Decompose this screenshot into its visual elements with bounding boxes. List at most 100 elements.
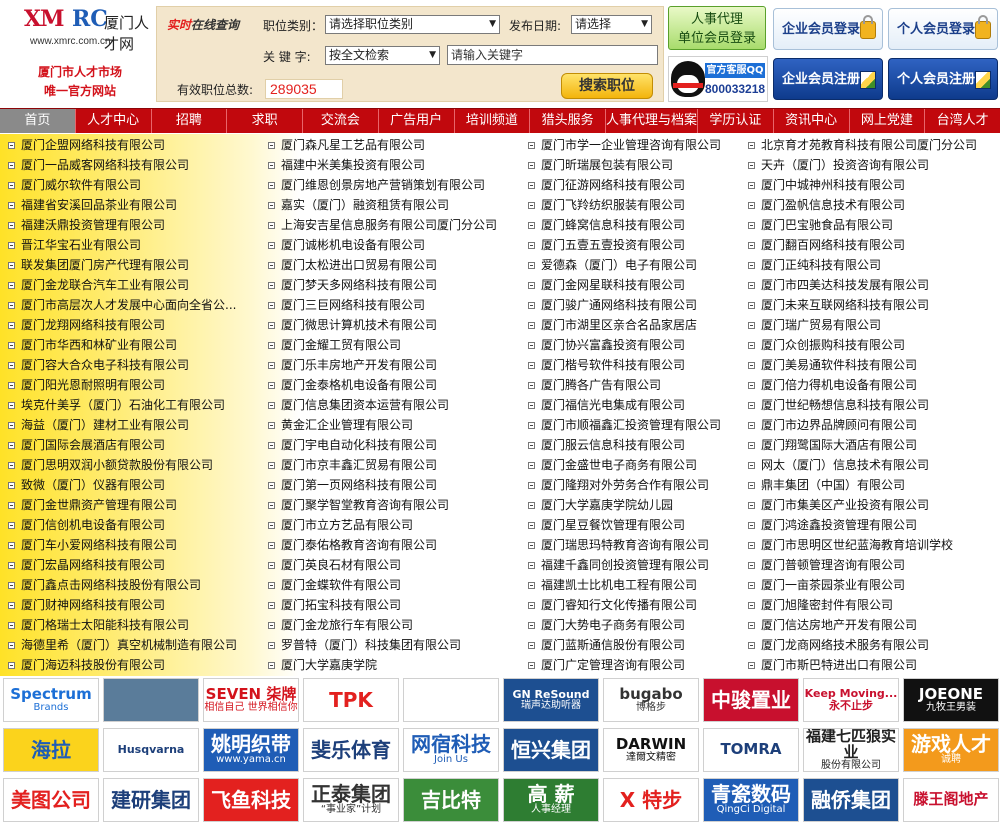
company-link[interactable]: 厦门瑞思玛特教育咨询有限公司 [528, 535, 709, 555]
company-link[interactable]: 厦门信创机电设备有限公司 [8, 515, 165, 535]
company-link[interactable]: 厦门蜂窝信息科技有限公司 [528, 215, 685, 235]
company-link[interactable]: 厦门财神网络科技有限公司 [8, 595, 165, 615]
company-link[interactable]: 厦门腾各广告有限公司 [528, 375, 661, 395]
company-link[interactable]: 厦门巴宝驰食品有限公司 [748, 215, 893, 235]
company-link[interactable]: 厦门阳光恩耐照明有限公司 [8, 375, 165, 395]
company-link[interactable]: 厦门英良石材有限公司 [268, 555, 401, 575]
company-link[interactable]: 厦门市边界品牌顾问有限公司 [748, 415, 917, 435]
category-select[interactable]: 请选择职位类别 ▼ [325, 15, 500, 34]
company-link[interactable]: 厦门骏广通网络科技有限公司 [528, 295, 697, 315]
company-link[interactable]: 埃克什美孚（厦门）石油化工有限公司 [8, 395, 225, 415]
partner-logo-xtep[interactable]: X 特步 [603, 778, 699, 822]
partner-logo-hengxing[interactable]: 恒兴集团 [503, 728, 599, 772]
nav-item[interactable]: 交流会 [303, 109, 379, 133]
company-link[interactable]: 厦门鸿途鑫投资管理有限公司 [748, 515, 917, 535]
partner-logo-yaming[interactable]: 姚明织带 www.yama.cn [203, 728, 299, 772]
company-link[interactable]: 厦门协兴富鑫投资有限公司 [528, 335, 685, 355]
company-link[interactable]: 厦门金网星联科技有限公司 [528, 275, 685, 295]
partner-logo-meiguo[interactable]: 美图公司 [3, 778, 99, 822]
company-link[interactable]: 厦门瑞广贸易有限公司 [748, 315, 881, 335]
partner-logo-ship[interactable] [103, 678, 199, 722]
nav-item[interactable]: 广告用户 [379, 109, 455, 133]
partner-logo-zhengtai[interactable]: 正泰集团 “事业家”计划 [303, 778, 399, 822]
partner-logo-game[interactable]: 游戏人才 诚聘 [903, 728, 999, 772]
company-link[interactable]: 海益（厦门）建材工业有限公司 [8, 415, 189, 435]
company-link[interactable]: 厦门市四美达科技发展有限公司 [748, 275, 929, 295]
company-link[interactable]: 厦门三巨网络科技有限公司 [268, 295, 425, 315]
company-link[interactable]: 黄金汇企业管理有限公司 [268, 415, 413, 435]
partner-logo-wangsu[interactable]: 网宿科技 Join Us [403, 728, 499, 772]
company-link[interactable]: 厦门世纪畅想信息科技有限公司 [748, 395, 929, 415]
company-link[interactable]: 厦门威尔软件有限公司 [8, 175, 141, 195]
partner-logo-tomra[interactable]: TOMRA [703, 728, 799, 772]
company-link[interactable]: 厦门众创振购科技有限公司 [748, 335, 905, 355]
nav-item[interactable]: 招聘 [152, 109, 228, 133]
company-link[interactable]: 厦门广定管理咨询有限公司 [528, 655, 685, 675]
partner-logo-haila[interactable]: 海拉 [3, 728, 99, 772]
company-link[interactable]: 福建千鑫同创投资管理有限公司 [528, 555, 709, 575]
date-select[interactable]: 请选择 ▼ [571, 15, 652, 34]
company-link[interactable]: 厦门国际会展酒店有限公司 [8, 435, 165, 455]
company-link[interactable]: 厦门维恩创景房地产营销策划有限公司 [268, 175, 485, 195]
company-link[interactable]: 厦门一品威客网络科技有限公司 [8, 155, 189, 175]
company-link[interactable]: 厦门车小爱网络科技有限公司 [8, 535, 177, 555]
company-link[interactable]: 厦门市集美区产业投资有限公司 [748, 495, 929, 515]
company-link[interactable]: 厦门美易通软件科技有限公司 [748, 355, 917, 375]
company-link[interactable]: 厦门宏晶网络科技有限公司 [8, 555, 165, 575]
company-link[interactable]: 厦门一亩茶园茶业有限公司 [748, 575, 905, 595]
company-link[interactable]: 厦门微思计算机技术有限公司 [268, 315, 437, 335]
nav-item[interactable]: 网上党建 [850, 109, 926, 133]
nav-item[interactable]: 人事代理与档案 [606, 109, 699, 133]
company-link[interactable]: 晋江华宝石业有限公司 [8, 235, 141, 255]
company-link[interactable]: 厦门大势电子商务有限公司 [528, 615, 685, 635]
company-link[interactable]: 厦门森凡星工艺品有限公司 [268, 135, 425, 155]
company-link[interactable]: 北京育才苑教育科技有限公司厦门分公司 [748, 135, 977, 155]
company-link[interactable]: 厦门梦天多网络科技有限公司 [268, 275, 437, 295]
company-link[interactable]: 厦门鑫点击网络科技股份有限公司 [8, 575, 201, 595]
partner-logo-orb[interactable] [403, 678, 499, 722]
agent-unit-login-button[interactable]: 人事代理 单位会员登录 [668, 6, 766, 50]
company-link[interactable]: 厦门思明双润小额贷款股份有限公司 [8, 455, 213, 475]
company-link[interactable]: 厦门信息集团资本运营有限公司 [268, 395, 449, 415]
company-link[interactable]: 厦门龙商网络技术服务有限公司 [748, 635, 929, 655]
company-link[interactable]: 厦门楷号软件科技有限公司 [528, 355, 685, 375]
company-link[interactable]: 厦门福信光电集成有限公司 [528, 395, 685, 415]
company-link[interactable]: 厦门聚学智堂教育咨询有限公司 [268, 495, 449, 515]
company-link[interactable]: 厦门昕瑞展包装有限公司 [528, 155, 673, 175]
nav-item[interactable]: 培训频道 [455, 109, 531, 133]
company-link[interactable]: 厦门乐丰房地产开发有限公司 [268, 355, 437, 375]
company-link[interactable]: 厦门市顺福鑫汇投资管理有限公司 [528, 415, 721, 435]
company-link[interactable]: 厦门星豆餐饮管理有限公司 [528, 515, 685, 535]
company-link[interactable]: 厦门海迈科技股份有限公司 [8, 655, 165, 675]
nav-item[interactable]: 台湾人才 [925, 109, 1000, 133]
company-link[interactable]: 厦门金龙旅行车有限公司 [268, 615, 413, 635]
company-link[interactable]: 厦门市京丰鑫汇贸易有限公司 [268, 455, 437, 475]
company-link[interactable]: 厦门金耀工贸有限公司 [268, 335, 401, 355]
company-link[interactable]: 厦门企盟网络科技有限公司 [8, 135, 165, 155]
company-link[interactable]: 厦门未来互联网络科技有限公司 [748, 295, 929, 315]
company-link[interactable]: 网太（厦门）信息技术有限公司 [748, 455, 929, 475]
company-link[interactable]: 鼎丰集团（中国）有限公司 [748, 475, 905, 495]
company-link[interactable]: 厦门市立方艺品有限公司 [268, 515, 413, 535]
company-link[interactable]: 罗普特（厦门）科技集团有限公司 [268, 635, 461, 655]
company-link[interactable]: 福建凯士比机电工程有限公司 [528, 575, 697, 595]
keyword-scope-select[interactable]: 按全文检索 ▼ [325, 46, 440, 65]
company-link[interactable]: 天卉（厦门）投资咨询有限公司 [748, 155, 929, 175]
keyword-input[interactable]: 请输入关键字 [447, 45, 658, 65]
partner-logo-seven[interactable]: SEVEN 柒牌 相信自己 世界相信你 [203, 678, 299, 722]
partner-logo-feile[interactable]: 斐乐体育 [303, 728, 399, 772]
qq-service-button[interactable]: 官方客服QQ 800033218 [668, 56, 768, 102]
partner-logo-spectrum[interactable]: Spectrum Brands [3, 678, 99, 722]
company-link[interactable]: 厦门盈帆信息技术有限公司 [748, 195, 905, 215]
company-link[interactable]: 厦门中城神州科技有限公司 [748, 175, 905, 195]
company-link[interactable]: 厦门金盛世电子商务有限公司 [528, 455, 697, 475]
partner-logo-feiyu[interactable]: 飞鱼科技 [203, 778, 299, 822]
company-link[interactable]: 厦门金世鼎资产管理有限公司 [8, 495, 177, 515]
company-link[interactable]: 联发集团厦门房产代理有限公司 [8, 255, 189, 275]
company-link[interactable]: 厦门金龙联合汽车工业有限公司 [8, 275, 189, 295]
partner-logo-anta[interactable]: Keep Moving...永不止步 [803, 678, 899, 722]
company-link[interactable]: 致微（厦门）仪器有限公司 [8, 475, 165, 495]
partner-logo-joeone[interactable]: JOEONE 九牧王男装 [903, 678, 999, 722]
personal-register-button[interactable]: 个人会员注册 [888, 58, 998, 100]
company-link[interactable]: 海德里希（厦门）真空机械制造有限公司 [8, 635, 237, 655]
